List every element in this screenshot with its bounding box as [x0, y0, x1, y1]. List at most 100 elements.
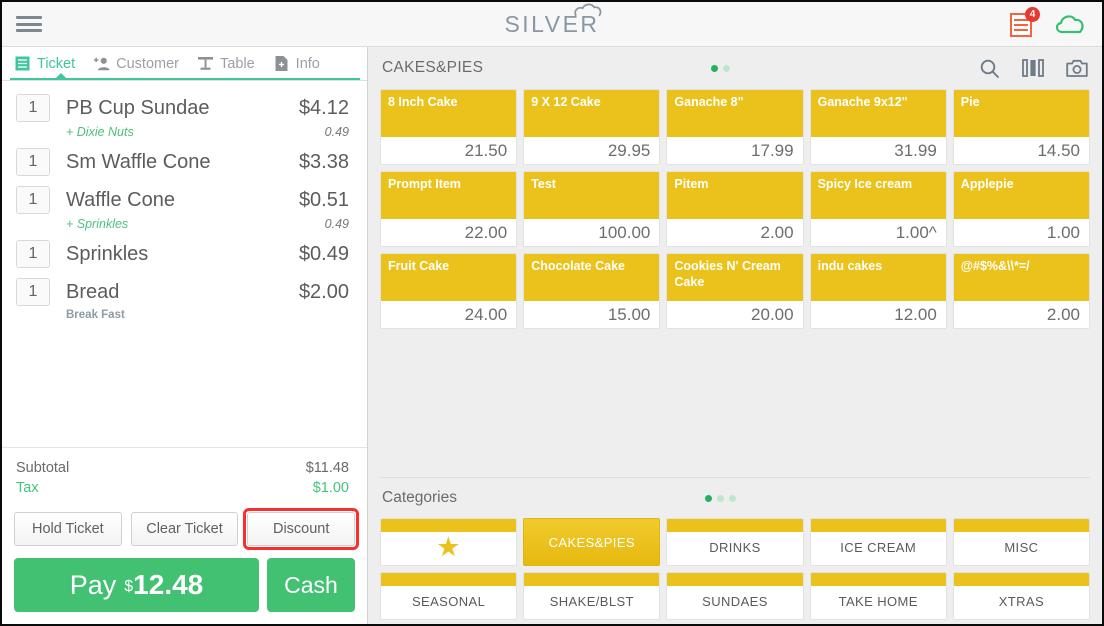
category-shake-blast[interactable]: SHAKE/BLST: [523, 572, 661, 620]
product-tile-price: 22.00: [381, 219, 517, 246]
pos-app-window: SILVER 4 Ticket Customer Table Info 1 PB…: [0, 0, 1104, 626]
item-modifier: + Sprinkles 0.49: [2, 217, 367, 233]
pay-button[interactable]: Pay $ 12.48: [14, 558, 259, 612]
product-tile-price: 12.00: [810, 301, 946, 328]
product-tile-name: 8 Inch Cake: [381, 90, 517, 137]
camera-icon[interactable]: [1066, 58, 1088, 78]
tab-ticket-label: Ticket: [37, 55, 76, 72]
product-tile[interactable]: indu cakes 12.00: [809, 253, 947, 329]
cloud-sync-icon[interactable]: [1054, 13, 1086, 35]
ticket-tabs: Ticket Customer Table Info: [2, 47, 367, 81]
modifier-name: Break Fast: [66, 309, 125, 321]
category-take-home[interactable]: TAKE HOME: [809, 572, 947, 620]
tab-customer[interactable]: Customer: [87, 47, 191, 80]
payment-buttons: Pay $ 12.48 Cash: [2, 552, 367, 624]
ticket-totals: Subtotal $11.48 Tax $1.00: [2, 447, 367, 502]
info-document-icon: [275, 56, 288, 71]
category-favorites[interactable]: ★: [380, 518, 518, 566]
hamburger-menu-icon[interactable]: [16, 14, 42, 34]
product-tile[interactable]: 9 X 12 Cake 29.95: [523, 89, 661, 165]
product-tile-price: 2.00: [953, 301, 1089, 328]
item-modifier: Break Fast: [2, 309, 367, 323]
product-tile[interactable]: Fruit Cake 24.00: [380, 253, 518, 329]
product-tile-price: 100.00: [524, 219, 660, 246]
product-grid-header: CAKES&PIES: [368, 47, 1102, 89]
product-tile[interactable]: Applepie 1.00: [952, 171, 1090, 247]
product-tile-name: Pie: [953, 90, 1089, 137]
category-sundaes[interactable]: SUNDAES: [666, 572, 804, 620]
product-tile[interactable]: 8 Inch Cake 21.50: [380, 89, 518, 165]
tab-info[interactable]: Info: [267, 47, 332, 80]
product-tile[interactable]: Ganache 8" 17.99: [666, 89, 804, 165]
modifier-price: 0.49: [324, 217, 349, 231]
product-panel: CAKES&PIES 8 Inch Cake 21.50 9 X 12 Cake…: [368, 47, 1102, 624]
product-tile[interactable]: Prompt Item 22.00: [380, 171, 518, 247]
item-quantity[interactable]: 1: [16, 186, 50, 214]
category-drinks[interactable]: DRINKS: [666, 518, 804, 566]
product-tile[interactable]: Test 100.00: [523, 171, 661, 247]
active-tab-caret: [54, 73, 68, 80]
page-dot[interactable]: [722, 64, 730, 72]
product-tile[interactable]: @#$%&\\*=/ 2.00: [952, 253, 1090, 329]
item-price: $0.51: [298, 188, 349, 211]
item-quantity[interactable]: 1: [16, 148, 50, 176]
modifier-name: + Dixie Nuts: [66, 125, 134, 139]
product-tile-price: 1.00: [953, 219, 1089, 246]
page-dot[interactable]: [728, 494, 736, 502]
item-quantity[interactable]: 1: [16, 94, 50, 122]
list-item[interactable]: 1 Waffle Cone $0.51 + Sprinkles 0.49: [2, 179, 367, 233]
list-item[interactable]: 1 PB Cup Sundae $4.12 + Dixie Nuts 0.49: [2, 87, 367, 141]
tab-ticket[interactable]: Ticket: [8, 47, 87, 80]
product-tile[interactable]: Pie 14.50: [952, 89, 1090, 165]
tax-label: Tax: [16, 480, 39, 496]
category-cakes-and-pies[interactable]: CAKES&PIES: [523, 518, 661, 566]
product-tile[interactable]: Ganache 9x12" 31.99: [809, 89, 947, 165]
item-name: Waffle Cone: [66, 188, 175, 211]
category-seasonal[interactable]: SEASONAL: [380, 572, 518, 620]
item-price: $4.12: [298, 96, 349, 119]
clear-ticket-button[interactable]: Clear Ticket: [130, 512, 239, 546]
open-tickets-receipt-icon[interactable]: 4: [1010, 7, 1040, 38]
category-label: SEASONAL: [411, 593, 486, 609]
category-label: SHAKE/BLST: [549, 593, 634, 609]
product-tile-name: Cookies N' Cream Cake: [667, 254, 803, 301]
item-price: $0.49: [298, 242, 349, 265]
product-tile-name: Prompt Item: [381, 172, 517, 219]
tab-table[interactable]: Table: [191, 47, 267, 80]
list-item[interactable]: 1 Sm Waffle Cone $3.38: [2, 141, 367, 179]
product-tile-name: Test: [524, 172, 660, 219]
item-quantity[interactable]: 1: [16, 240, 50, 268]
category-label: TAKE HOME: [838, 593, 918, 609]
product-tile[interactable]: Pitem 2.00: [666, 171, 804, 247]
search-icon[interactable]: [979, 58, 1000, 79]
product-tile[interactable]: Spicy Ice cream 1.00^: [809, 171, 947, 247]
item-name: Sprinkles: [66, 242, 149, 265]
cash-button[interactable]: Cash: [267, 558, 355, 612]
category-misc[interactable]: MISC: [952, 518, 1090, 566]
product-tile[interactable]: Chocolate Cake 15.00: [523, 253, 661, 329]
categories-row-1: ★ CAKES&PIES DRINKS ICE CREAM MISC: [368, 518, 1102, 566]
product-tile[interactable]: Cookies N' Cream Cake 20.00: [666, 253, 804, 329]
product-tile-price: 17.99: [667, 137, 803, 164]
columns-view-icon[interactable]: [1022, 58, 1044, 78]
category-xtras[interactable]: XTRAS: [952, 572, 1090, 620]
list-item[interactable]: 1 Bread $2.00 Break Fast: [2, 271, 367, 323]
product-tile-price: 24.00: [381, 301, 517, 328]
discount-highlight-box: Discount: [243, 508, 360, 550]
page-dot[interactable]: [704, 494, 712, 502]
product-tile-price: 1.00^: [810, 219, 946, 246]
product-header-icons: [979, 58, 1088, 79]
product-tile-price: 2.00: [667, 219, 803, 246]
item-quantity[interactable]: 1: [16, 278, 50, 306]
category-ice-cream[interactable]: ICE CREAM: [809, 518, 947, 566]
product-tile-name: Pitem: [667, 172, 803, 219]
discount-button[interactable]: Discount: [247, 512, 356, 546]
page-dot[interactable]: [716, 494, 724, 502]
list-item[interactable]: 1 Sprinkles $0.49: [2, 233, 367, 271]
page-dot[interactable]: [710, 64, 718, 72]
modifier-name: + Sprinkles: [66, 217, 129, 231]
product-tile-price: 29.95: [524, 137, 660, 164]
product-tile-name: 9 X 12 Cake: [524, 90, 660, 137]
product-tile-price: 15.00: [524, 301, 660, 328]
hold-ticket-button[interactable]: Hold Ticket: [14, 512, 122, 546]
